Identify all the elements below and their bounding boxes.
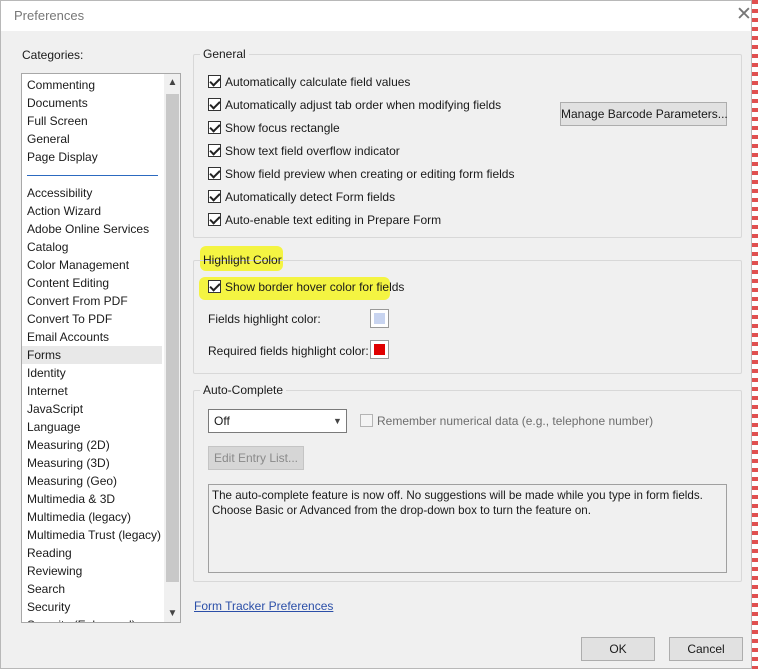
chevron-down-icon[interactable]: ▼ — [329, 410, 346, 432]
category-item-language[interactable]: Language — [22, 418, 162, 436]
category-item-identity[interactable]: Identity — [22, 364, 162, 382]
categories-scrollbar[interactable]: ▲ ▼ — [164, 74, 180, 622]
cancel-button[interactable]: Cancel — [669, 637, 743, 661]
category-item-reading[interactable]: Reading — [22, 544, 162, 562]
checkbox-box[interactable] — [208, 280, 221, 293]
checkbox-box[interactable] — [208, 75, 221, 88]
scroll-down-icon[interactable]: ▼ — [164, 605, 180, 622]
auto-complete-mode-value: Off — [214, 414, 230, 428]
category-item-internet[interactable]: Internet — [22, 382, 162, 400]
general-checkbox-label: Show field preview when creating or edit… — [225, 167, 515, 181]
category-item-javascript[interactable]: JavaScript — [22, 400, 162, 418]
general-checkbox-label: Show focus rectangle — [225, 121, 340, 135]
category-item-security[interactable]: Security — [22, 598, 162, 616]
category-item-full-screen[interactable]: Full Screen — [22, 112, 162, 130]
category-item-email-accounts[interactable]: Email Accounts — [22, 328, 162, 346]
category-item-action-wizard[interactable]: Action Wizard — [22, 202, 162, 220]
general-checkbox-1[interactable]: Automatically calculate field values — [208, 74, 410, 92]
required-fields-highlight-color-swatch[interactable] — [370, 340, 389, 359]
preferences-dialog: Preferences ✕ Categories: ▲ ▼ Commenting… — [0, 0, 752, 669]
category-item-measuring-3d[interactable]: Measuring (3D) — [22, 454, 162, 472]
general-checkbox-label: Auto-enable text editing in Prepare Form — [225, 213, 442, 227]
category-item-forms[interactable]: Forms — [22, 346, 162, 364]
scroll-up-icon[interactable]: ▲ — [164, 74, 180, 91]
close-icon[interactable]: ✕ — [734, 5, 754, 25]
checkbox-box[interactable] — [208, 167, 221, 180]
category-item-multimedia-trust-legacy[interactable]: Multimedia Trust (legacy) — [22, 526, 162, 544]
form-tracker-preferences-link[interactable]: Form Tracker Preferences — [194, 599, 333, 613]
auto-complete-group-title: Auto-Complete — [200, 383, 287, 397]
general-checkbox-3[interactable]: Show focus rectangle — [208, 120, 340, 138]
window-title: Preferences — [14, 8, 85, 23]
general-checkbox-2[interactable]: Automatically adjust tab order when modi… — [208, 97, 501, 115]
general-checkbox-6[interactable]: Automatically detect Form fields — [208, 189, 395, 207]
checkbox-box[interactable] — [208, 121, 221, 134]
category-item-reviewing[interactable]: Reviewing — [22, 562, 162, 580]
fields-highlight-color-swatch[interactable] — [370, 309, 389, 328]
category-item-measuring-2d[interactable]: Measuring (2D) — [22, 436, 162, 454]
category-item-convert-to-pdf[interactable]: Convert To PDF — [22, 310, 162, 328]
general-checkbox-label: Automatically detect Form fields — [225, 190, 396, 204]
general-checkbox-7[interactable]: Auto-enable text editing in Prepare Form — [208, 212, 441, 230]
category-item-security-enhanced[interactable]: Security (Enhanced) — [22, 616, 162, 622]
category-item-convert-from-pdf[interactable]: Convert From PDF — [22, 292, 162, 310]
category-item-multimedia-legacy[interactable]: Multimedia (legacy) — [22, 508, 162, 526]
dashed-red-border — [752, 0, 758, 669]
category-item-content-editing[interactable]: Content Editing — [22, 274, 162, 292]
required-fields-highlight-color-fill — [374, 344, 385, 355]
categories-separator — [27, 175, 158, 176]
category-item-measuring-geo[interactable]: Measuring (Geo) — [22, 472, 162, 490]
general-checkbox-label: Automatically calculate field values — [225, 75, 411, 89]
general-checkbox-4[interactable]: Show text field overflow indicator — [208, 143, 400, 161]
category-item-catalog[interactable]: Catalog — [22, 238, 162, 256]
highlight-color-group-title: Highlight Color — [203, 253, 282, 267]
show-border-hover-checkbox[interactable]: Show border hover color for fields — [208, 279, 404, 297]
auto-complete-mode-select[interactable]: Off ▼ — [208, 409, 347, 433]
show-border-hover-label: Show border hover color for fields — [225, 280, 405, 294]
scroll-thumb[interactable] — [166, 94, 179, 582]
checkbox-box[interactable] — [208, 190, 221, 203]
edit-entry-list-button[interactable]: Edit Entry List... — [208, 446, 304, 470]
category-item-search[interactable]: Search — [22, 580, 162, 598]
required-fields-highlight-color-label: Required fields highlight color: — [208, 344, 369, 358]
auto-complete-description: The auto-complete feature is now off. No… — [208, 484, 727, 573]
ok-button[interactable]: OK — [581, 637, 655, 661]
checkbox-box[interactable] — [208, 144, 221, 157]
category-item-adobe-online-services[interactable]: Adobe Online Services — [22, 220, 162, 238]
category-item-commenting[interactable]: Commenting — [22, 76, 162, 94]
checkbox-box[interactable] — [208, 98, 221, 111]
categories-list[interactable]: ▲ ▼ Commenting Documents Full Screen Genera… — [21, 73, 181, 623]
fields-highlight-color-fill — [374, 313, 385, 324]
manage-barcode-parameters-button[interactable]: Manage Barcode Parameters... — [560, 102, 728, 126]
category-item-documents[interactable]: Documents — [22, 94, 162, 112]
general-checkbox-label: Automatically adjust tab order when modi… — [225, 98, 502, 112]
category-item-page-display[interactable]: Page Display — [22, 148, 162, 166]
remember-numerical-data-label: Remember numerical data (e.g., telephone… — [377, 414, 654, 428]
checkbox-box[interactable] — [360, 414, 373, 427]
general-checkbox-5[interactable]: Show field preview when creating or edit… — [208, 166, 514, 184]
title-bar: Preferences ✕ — [1, 1, 754, 31]
category-item-general[interactable]: General — [22, 130, 162, 148]
categories-label: Categories: — [22, 48, 84, 62]
general-group-title: General — [200, 47, 249, 61]
checkbox-box[interactable] — [208, 213, 221, 226]
category-item-color-management[interactable]: Color Management — [22, 256, 162, 274]
remember-numerical-data-checkbox[interactable]: Remember numerical data (e.g., telephone… — [360, 413, 653, 431]
category-item-accessibility[interactable]: Accessibility — [22, 184, 162, 202]
category-item-multimedia-3d[interactable]: Multimedia & 3D — [22, 490, 162, 508]
fields-highlight-color-label: Fields highlight color: — [208, 312, 321, 326]
general-checkbox-label: Show text field overflow indicator — [225, 144, 400, 158]
